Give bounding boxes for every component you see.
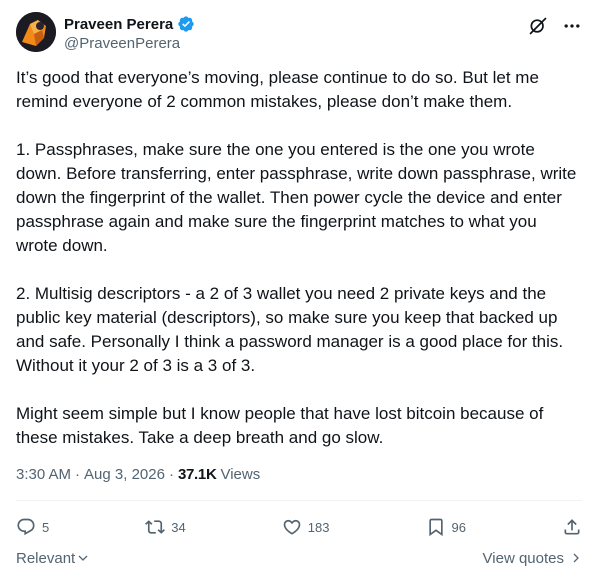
action-bar: 5 34 183 96 [16,512,582,542]
tweet-paragraph-2: 1. Passphrases, make sure the one you en… [16,140,577,255]
reply-icon [17,518,35,536]
tweet-paragraph-1: It’s good that everyone’s moving, please… [16,68,539,111]
bookmark-count: 96 [451,519,466,535]
author-handle[interactable]: @PraveenPerera [64,35,195,52]
grok-icon[interactable] [528,16,548,36]
repost-button[interactable]: 34 [145,517,186,537]
repost-icon [145,520,166,534]
more-options-icon[interactable] [562,16,582,36]
views-label: Views [220,466,261,483]
view-quotes-link[interactable]: View quotes [483,550,582,567]
meta-separator: · [75,466,81,483]
tweet-date[interactable]: Aug 3, 2026 [84,466,165,483]
author-info: Praveen Perera @PraveenPerera [64,14,195,52]
tweet-paragraph-4: Might seem simple but I know people that… [16,404,544,447]
share-button[interactable] [562,517,582,537]
divider [16,500,582,501]
relevant-label: Relevant [16,549,76,567]
meta-separator: · [168,466,174,483]
heart-icon [283,519,301,535]
tweet-header: Praveen Perera @PraveenPerera [16,12,582,56]
reply-button[interactable]: 5 [16,517,49,537]
tweet-card: Praveen Perera @PraveenPerera It’s good … [0,0,598,579]
views-count[interactable]: 37.1K [178,466,217,483]
reply-count: 5 [42,519,50,535]
bookmark-button[interactable]: 96 [426,517,466,537]
relevant-sort-dropdown[interactable]: Relevant [16,550,89,567]
tweet-text: It’s good that everyone’s moving, please… [16,66,582,450]
chevron-down-icon [78,555,88,561]
tweet-meta: 3:30 AM · Aug 3, 2026 · 37.1K Views [16,466,260,483]
view-quotes-label: View quotes [482,549,564,567]
divider-spacer [16,542,582,543]
avatar[interactable] [16,12,56,52]
tweet-time[interactable]: 3:30 AM [16,466,71,483]
like-button[interactable]: 183 [282,517,330,537]
header-actions [528,16,582,36]
chevron-right-icon [573,553,579,563]
verified-badge-icon [177,15,195,33]
bookmark-icon [428,518,443,537]
repost-count: 34 [171,519,186,535]
tweet-footer: Relevant View quotes [16,548,582,568]
author-display-name[interactable]: Praveen Perera [64,16,173,33]
tweet-paragraph-3: 2. Multisig descriptors - a 2 of 3 walle… [16,284,564,375]
like-count: 183 [307,519,330,535]
share-icon [564,519,580,535]
